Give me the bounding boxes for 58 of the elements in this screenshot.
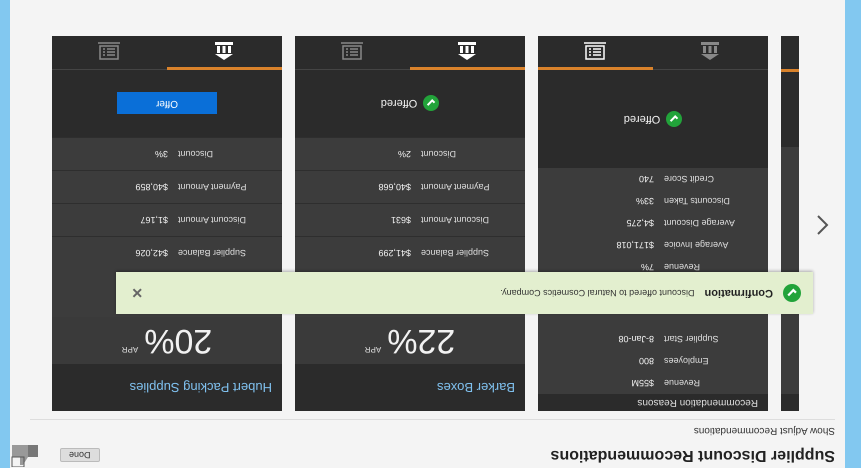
detail-label: Discount: [177, 149, 214, 159]
detail-label: Payment Amount: [420, 182, 491, 192]
detail-label: Employees: [663, 356, 710, 366]
apr-label: APR: [122, 345, 138, 354]
detail-value: 33%: [636, 196, 654, 206]
bank-icon: [700, 42, 720, 60]
chevron-left-icon[interactable]: [816, 214, 830, 236]
detail-label: Revenue: [663, 378, 702, 388]
supplier-name[interactable]: Hubert Packing Supplies: [52, 364, 282, 411]
apr-label: APR: [364, 345, 382, 354]
detail-label: Average Invoice: [663, 240, 730, 250]
detail-label: Discount: [420, 149, 458, 159]
detail-value: 8-Jan-08: [618, 334, 654, 344]
detail-value: 2%: [398, 149, 411, 159]
detail-label: Payment Amount: [177, 182, 248, 192]
bank-icon: [458, 42, 478, 60]
detail-label: Supplier Balance: [420, 248, 490, 258]
supplier-name[interactable]: Barker Boxes: [295, 364, 525, 411]
show-adjust-link[interactable]: Show Adjust Recommendations: [694, 425, 835, 436]
apr-value: 22%: [387, 321, 456, 360]
detail-value: $40,668: [378, 182, 411, 192]
status-text: Offered: [624, 113, 660, 125]
detail-label: Revenue: [663, 262, 702, 272]
detail-label: Discount Amount: [177, 215, 248, 225]
done-button[interactable]: Done: [60, 448, 100, 462]
detail-value: $42,026: [135, 248, 168, 258]
detail-value: $631: [390, 215, 411, 225]
status-text: Offered: [380, 98, 418, 110]
detail-value: 7%: [640, 262, 654, 272]
check-icon: [783, 284, 801, 302]
detail-value: 740: [638, 174, 654, 184]
offer-button[interactable]: Offer: [117, 92, 217, 114]
apr-value: 20%: [144, 321, 212, 360]
detail-label: Average Discount: [663, 218, 736, 228]
toast-title: Confirmation: [704, 287, 773, 299]
page-title: Supplier Discount Recommendations: [550, 446, 835, 464]
check-icon: [666, 111, 682, 127]
detail-label: Discount Amount: [420, 215, 490, 225]
detail-value: 3%: [154, 149, 168, 159]
detail-value: $40,859: [135, 182, 168, 192]
check-icon: [423, 96, 440, 112]
detail-value: $171,018: [616, 240, 654, 250]
detail-value: $55M: [631, 378, 654, 388]
detail-value: $41,299: [378, 248, 411, 258]
detail-label: Credit Score: [663, 174, 716, 184]
document-list-icon: [98, 42, 120, 60]
card-header: Recommendation Reasons: [636, 396, 759, 410]
detail-label: Supplier Balance: [177, 248, 248, 258]
detail-value: 800: [638, 356, 654, 366]
detail-label: Supplier Start: [663, 334, 720, 344]
document-list-icon: [342, 42, 364, 60]
detail-value: $1,167: [140, 215, 168, 225]
document-list-icon: [584, 42, 606, 60]
toast-message: Discount offered to Natural Cosmetics Company.: [499, 288, 695, 298]
detail-label: Discounts Taken: [663, 196, 731, 206]
bank-icon: [214, 42, 234, 60]
close-button[interactable]: ×: [128, 282, 147, 304]
detail-value: $4,275: [626, 218, 654, 228]
